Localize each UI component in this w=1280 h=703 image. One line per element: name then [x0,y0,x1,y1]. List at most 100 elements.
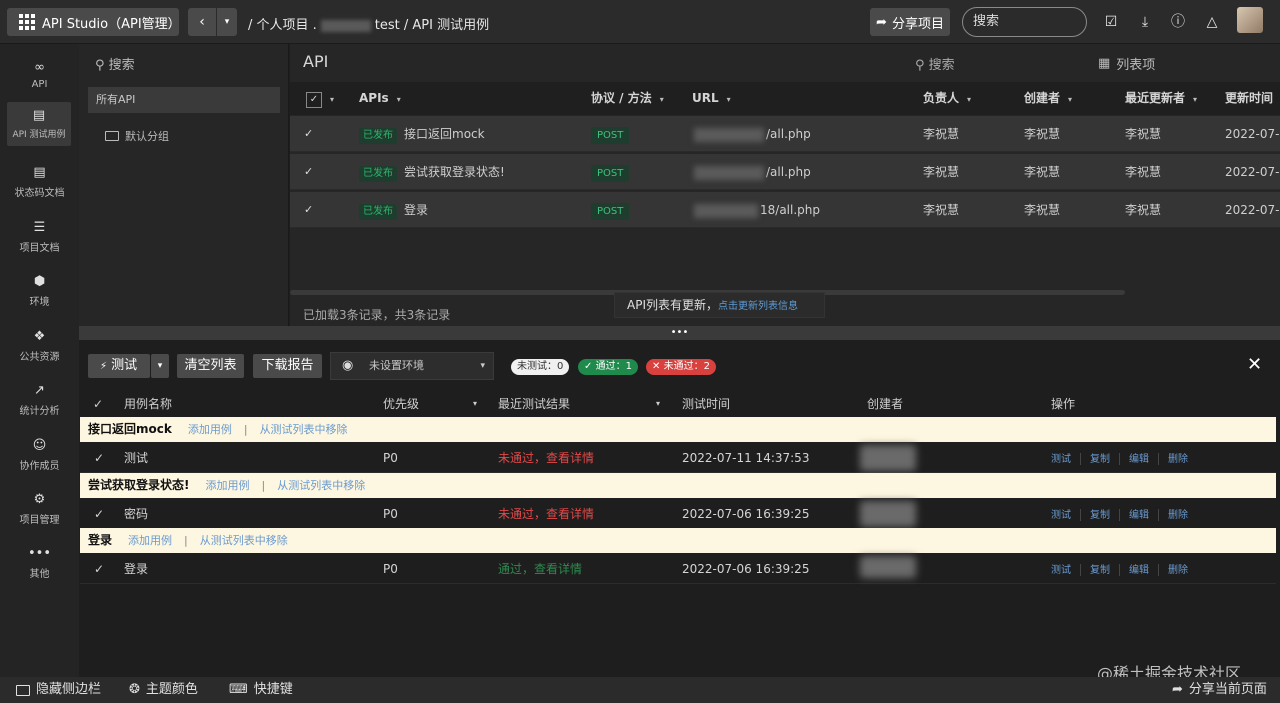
download-icon[interactable]: ⤓ [1135,12,1155,32]
hide-sidebar-button[interactable]: 隐藏侧边栏 [16,677,101,703]
test-action-link[interactable]: 测试 [1051,565,1071,576]
download-report-button[interactable]: 下载报告 [253,354,322,378]
delete-action-link[interactable]: 删除 [1168,565,1188,576]
app-name: API Studio（API管理） [42,16,181,32]
col-creator[interactable]: 创建者 ▾ [1024,82,1072,115]
copy-action-link[interactable]: 复制 [1090,454,1110,465]
untested-count-badge: 未测试：0 [511,359,570,375]
help-icon[interactable]: ⓘ [1168,12,1188,32]
select-all-checkbox[interactable]: ✓ [93,392,103,416]
grid-icon [19,14,35,30]
panel-resize-handle[interactable]: ••• [79,326,1280,340]
shortcuts-button[interactable]: ⌨ 快捷键 [229,677,293,703]
test-case-row[interactable]: ✓ 测试 P0 未通过，查看详情 2022-07-11 14:37:53 测试 复… [80,443,1276,473]
select-all-checkbox[interactable]: ✓ ▾ [306,82,334,115]
row-check-icon[interactable]: ✓ [304,192,313,228]
col-apis[interactable]: APIs ▾ [359,82,401,115]
case-result-link[interactable]: 未通过，查看详情 [498,443,594,473]
tree-search-input[interactable]: ⚲ 搜索 [95,54,135,73]
theme-color-button[interactable]: ❂ 主题颜色 [129,677,198,703]
shirt-icon: ❂ [129,682,140,697]
api-row[interactable]: ✓ 已发布 尝试获取登录状态! POST /all.php 李祝慧 李祝慧 李祝慧… [290,154,1280,190]
columns-button[interactable]: ▦ 列表项 [1098,54,1155,73]
chevron-down-icon: ▾ [224,17,230,27]
record-count: 已加载3条记录，共3条记录 [303,308,451,322]
row-check-icon[interactable]: ✓ [304,116,313,152]
col-url[interactable]: URL ▾ [692,82,731,115]
case-result-link[interactable]: 未通过，查看详情 [498,499,594,529]
test-action-link[interactable]: 测试 [1051,454,1071,465]
case-actions: 测试 复制 编辑 删除 [1051,443,1188,473]
sidebar-item-statistics[interactable]: ↗ 统计分析 [0,375,79,425]
method-badge: POST [591,127,630,144]
api-row[interactable]: ✓ 已发布 接口返回mock POST /all.php 李祝慧 李祝慧 李祝慧 … [290,116,1280,152]
col-updated-time[interactable]: 更新时间 [1225,82,1273,115]
remove-from-list-link[interactable]: 从测试列表中移除 [260,423,348,436]
sidebar-item-project-management[interactable]: ⚙ 项目管理 [0,484,79,534]
add-case-link[interactable]: 添加用例 [188,423,232,436]
user-avatar[interactable] [1237,7,1263,33]
api-updated-time: 2022-07-0 [1225,203,1280,217]
delete-action-link[interactable]: 删除 [1168,510,1188,521]
sidebar-item-api-test-cases[interactable]: ▤ API 测试用例 [7,102,71,146]
sidebar-item-status-code-docs[interactable]: ▤ 状态码文档 [0,157,79,207]
breadcrumb-page[interactable]: test / API 测试用例 [375,18,489,33]
copy-action-link[interactable]: 复制 [1090,510,1110,521]
environment-select[interactable]: ◉ 未设置环境 ▾ [330,352,494,380]
api-name[interactable]: 接口返回mock [404,127,485,141]
sidebar-item-other[interactable]: ••• 其他 [0,538,79,588]
calendar-check-icon[interactable]: ☑ [1101,12,1121,32]
tree-item-default-group[interactable]: 默认分组 [105,128,169,144]
run-test-label: 测试 [111,358,138,373]
sidebar-item-members[interactable]: ☺ 协作成员 [0,430,79,480]
tree-item-all-api[interactable]: 所有API [88,87,280,113]
clear-list-button[interactable]: 清空列表 [177,354,244,378]
close-icon[interactable]: ✕ [1247,354,1262,375]
remove-from-list-link[interactable]: 从测试列表中移除 [277,479,365,492]
edit-action-link[interactable]: 编辑 [1129,510,1149,521]
share-project-button[interactable]: ➦ 分享项目 [870,8,950,36]
test-case-row[interactable]: ✓ 密码 P0 未通过，查看详情 2022-07-06 16:39:25 测试 复… [80,499,1276,529]
api-name[interactable]: 登录 [404,203,428,217]
sidebar-item-project-docs[interactable]: ☰ 项目文档 [0,212,79,262]
result-sort-icon[interactable]: ▾ [656,392,660,416]
share-page-button[interactable]: ➦ 分享当前页面 [1172,677,1267,703]
back-button[interactable]: ‹ [188,8,216,36]
edit-action-link[interactable]: 编辑 [1129,565,1149,576]
copy-action-link[interactable]: 复制 [1090,565,1110,576]
add-case-link[interactable]: 添加用例 [205,479,249,492]
col-owner[interactable]: 负责人 ▾ [923,82,971,115]
api-row[interactable]: ✓ 已发布 登录 POST 18/all.php 李祝慧 李祝慧 李祝慧 2022… [290,192,1280,228]
api-name[interactable]: 尝试获取登录状态! [404,165,505,179]
breadcrumb-project[interactable]: / 个人项目 . [248,18,317,33]
cube-icon: ⬢ [33,273,46,289]
case-result-link[interactable]: 通过，查看详情 [498,554,582,584]
refresh-list-link[interactable]: 点击更新列表信息 [718,301,798,312]
add-case-link[interactable]: 添加用例 [128,534,172,547]
global-search-input[interactable]: 搜索 [962,7,1087,37]
hide-sidebar-label: 隐藏侧边栏 [36,682,102,697]
col-last-updater[interactable]: 最近更新者 ▾ [1125,82,1197,115]
delete-action-link[interactable]: 删除 [1168,454,1188,465]
sidebar-item-api[interactable]: ∞ API [0,50,79,100]
priority-sort-icon[interactable]: ▾ [473,392,477,416]
eye-icon: ◉ [342,358,354,373]
api-search-input[interactable]: ⚲ 搜索 [915,54,955,73]
row-check-icon[interactable]: ✓ [94,554,104,584]
edit-action-link[interactable]: 编辑 [1129,454,1149,465]
remove-from-list-link[interactable]: 从测试列表中移除 [200,534,288,547]
history-dropdown-button[interactable]: ▾ [217,8,237,36]
col-protocol-method[interactable]: 协议 / 方法 ▾ [591,82,664,115]
run-test-button[interactable]: ⚡ 测试 [88,354,150,378]
bell-icon[interactable]: △ [1202,12,1222,32]
sidebar-item-public-resources[interactable]: ❖ 公共资源 [0,321,79,371]
case-actions: 测试 复制 编辑 删除 [1051,554,1188,584]
run-test-dropdown[interactable]: ▾ [151,354,169,378]
row-check-icon[interactable]: ✓ [94,443,104,473]
test-action-link[interactable]: 测试 [1051,510,1071,521]
row-check-icon[interactable]: ✓ [304,154,313,190]
app-switcher-button[interactable]: API Studio（API管理） [7,8,181,36]
test-case-row[interactable]: ✓ 登录 P0 通过，查看详情 2022-07-06 16:39:25 测试 复制… [80,554,1276,584]
sidebar-item-environment[interactable]: ⬢ 环境 [0,266,79,316]
row-check-icon[interactable]: ✓ [94,499,104,529]
